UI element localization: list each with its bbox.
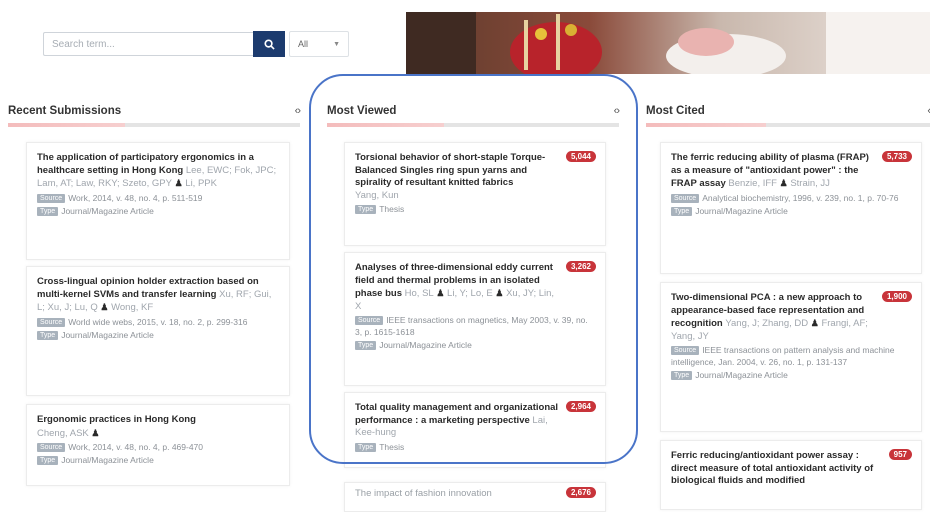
item-type: Thesis (379, 204, 405, 214)
item-title[interactable]: Total quality management and organizatio… (355, 402, 558, 426)
person-icon: ♟ (495, 288, 504, 298)
item-title[interactable]: Torsional behavior of short-staple Torqu… (355, 152, 545, 188)
column-divider (8, 123, 300, 127)
item-source: World wide webs, 2015, v. 18, no. 2, p. … (68, 316, 248, 327)
list-item[interactable]: 3,262 Analyses of three-dimensional eddy… (344, 252, 606, 386)
most-viewed-column: Most Viewed ‹› (327, 103, 620, 127)
source-tag: Source (355, 316, 384, 325)
item-title[interactable]: Ferric reducing/antioxidant power assay … (671, 450, 873, 486)
list-item[interactable]: The application of participatory ergonom… (26, 142, 290, 260)
person-icon: ♟ (100, 302, 109, 312)
item-type: Journal/Magazine Article (61, 329, 154, 340)
carousel-arrows[interactable]: ‹› (614, 105, 620, 117)
search-input[interactable] (43, 32, 253, 56)
person-icon: ♟ (810, 318, 819, 328)
item-authors-2[interactable]: Li, PPK (185, 178, 217, 189)
item-authors-2[interactable]: Strain, JJ (790, 178, 830, 189)
view-count-badge: 2,964 (565, 401, 596, 412)
view-count-badge: 5,044 (565, 151, 596, 162)
type-tag: Type (37, 330, 59, 340)
item-type: Journal/Magazine Article (695, 370, 788, 380)
item-source: Analytical biochemistry, 1996, v. 239, n… (702, 192, 899, 203)
list-item[interactable]: 5,733 The ferric reducing ability of pla… (660, 142, 922, 274)
type-tag: Type (355, 205, 377, 214)
most-cited-column: Most Cited ‹ (646, 103, 930, 127)
type-tag: Type (671, 371, 693, 380)
chevron-right-icon[interactable]: › (297, 105, 301, 117)
list-item[interactable]: 1,900 Two-dimensional PCA : a new approa… (660, 282, 922, 432)
list-item[interactable]: Cross-lingual opinion holder extraction … (26, 266, 290, 396)
item-authors[interactable]: Yang, Kun (355, 190, 399, 201)
carousel-arrows[interactable]: ‹› (295, 105, 301, 117)
item-source: Work, 2014, v. 48, no. 4, p. 469-470 (68, 442, 204, 452)
item-source: Work, 2014, v. 48, no. 4, p. 511-519 (68, 192, 203, 203)
column-divider (646, 123, 930, 127)
type-tag: Type (355, 341, 377, 350)
person-icon: ♟ (174, 178, 183, 188)
column-title: Recent Submissions (8, 105, 122, 117)
search-icon (263, 38, 275, 50)
list-item[interactable]: Ergonomic practices in Hong Kong Cheng, … (26, 404, 290, 486)
item-title[interactable]: Ergonomic practices in Hong Kong (37, 414, 196, 425)
person-icon: ♟ (779, 178, 788, 188)
item-source: IEEE transactions on magnetics, May 2003… (355, 315, 588, 337)
hero-photo (406, 12, 930, 74)
source-tag: Source (37, 193, 66, 203)
item-authors[interactable]: Yang, J; Zhang, DD (725, 318, 808, 329)
item-authors[interactable]: Benzie, IFF (728, 178, 777, 189)
item-source: IEEE transactions on pattern analysis an… (671, 345, 895, 367)
view-count-badge: 3,262 (565, 261, 596, 272)
search-scope-value: All (298, 39, 309, 49)
item-authors-2[interactable]: Li, Y; Lo, E (447, 288, 493, 299)
list-item[interactable]: 957 Ferric reducing/antioxidant power as… (660, 440, 922, 510)
citation-count-badge: 5,733 (881, 151, 912, 162)
list-item[interactable]: 2,676 The impact of fashion innovation (344, 482, 606, 512)
chevron-right-icon[interactable]: › (616, 105, 620, 117)
citation-count-badge: 957 (888, 449, 912, 460)
person-icon: ♟ (91, 427, 100, 438)
search-button[interactable] (253, 31, 285, 57)
item-authors[interactable]: Cheng, ASK (37, 428, 89, 439)
chevron-down-icon: ▼ (333, 40, 340, 48)
item-type: Journal/Magazine Article (61, 205, 154, 216)
column-title: Most Viewed (327, 105, 397, 117)
list-item[interactable]: 5,044 Torsional behavior of short-staple… (344, 142, 606, 246)
search-bar: All ▼ (43, 31, 349, 57)
source-tag: Source (671, 346, 700, 355)
list-item[interactable]: 2,964 Total quality management and organ… (344, 392, 606, 468)
item-authors-2[interactable]: Wong, KF (111, 302, 153, 313)
citation-count-badge: 1,900 (881, 291, 912, 302)
item-type: Journal/Magazine Article (695, 205, 788, 216)
type-tag: Type (671, 206, 693, 216)
item-type: Journal/Magazine Article (61, 455, 154, 465)
source-tag: Source (671, 193, 700, 203)
type-tag: Type (37, 456, 59, 465)
source-tag: Source (37, 317, 66, 327)
recent-submissions-column: Recent Submissions ‹› (8, 103, 301, 127)
person-icon: ♟ (436, 288, 445, 298)
item-authors[interactable]: Ho, SL (405, 288, 434, 299)
column-divider (327, 123, 619, 127)
column-title: Most Cited (646, 105, 705, 117)
search-scope-select[interactable]: All ▼ (289, 31, 349, 57)
type-tag: Type (37, 206, 59, 216)
item-type: Thesis (379, 441, 405, 452)
source-tag: Source (37, 443, 66, 452)
type-tag: Type (355, 442, 377, 452)
item-type: Journal/Magazine Article (379, 340, 472, 350)
view-count-badge: 2,676 (565, 487, 596, 498)
item-title[interactable]: The impact of fashion innovation (355, 488, 492, 499)
